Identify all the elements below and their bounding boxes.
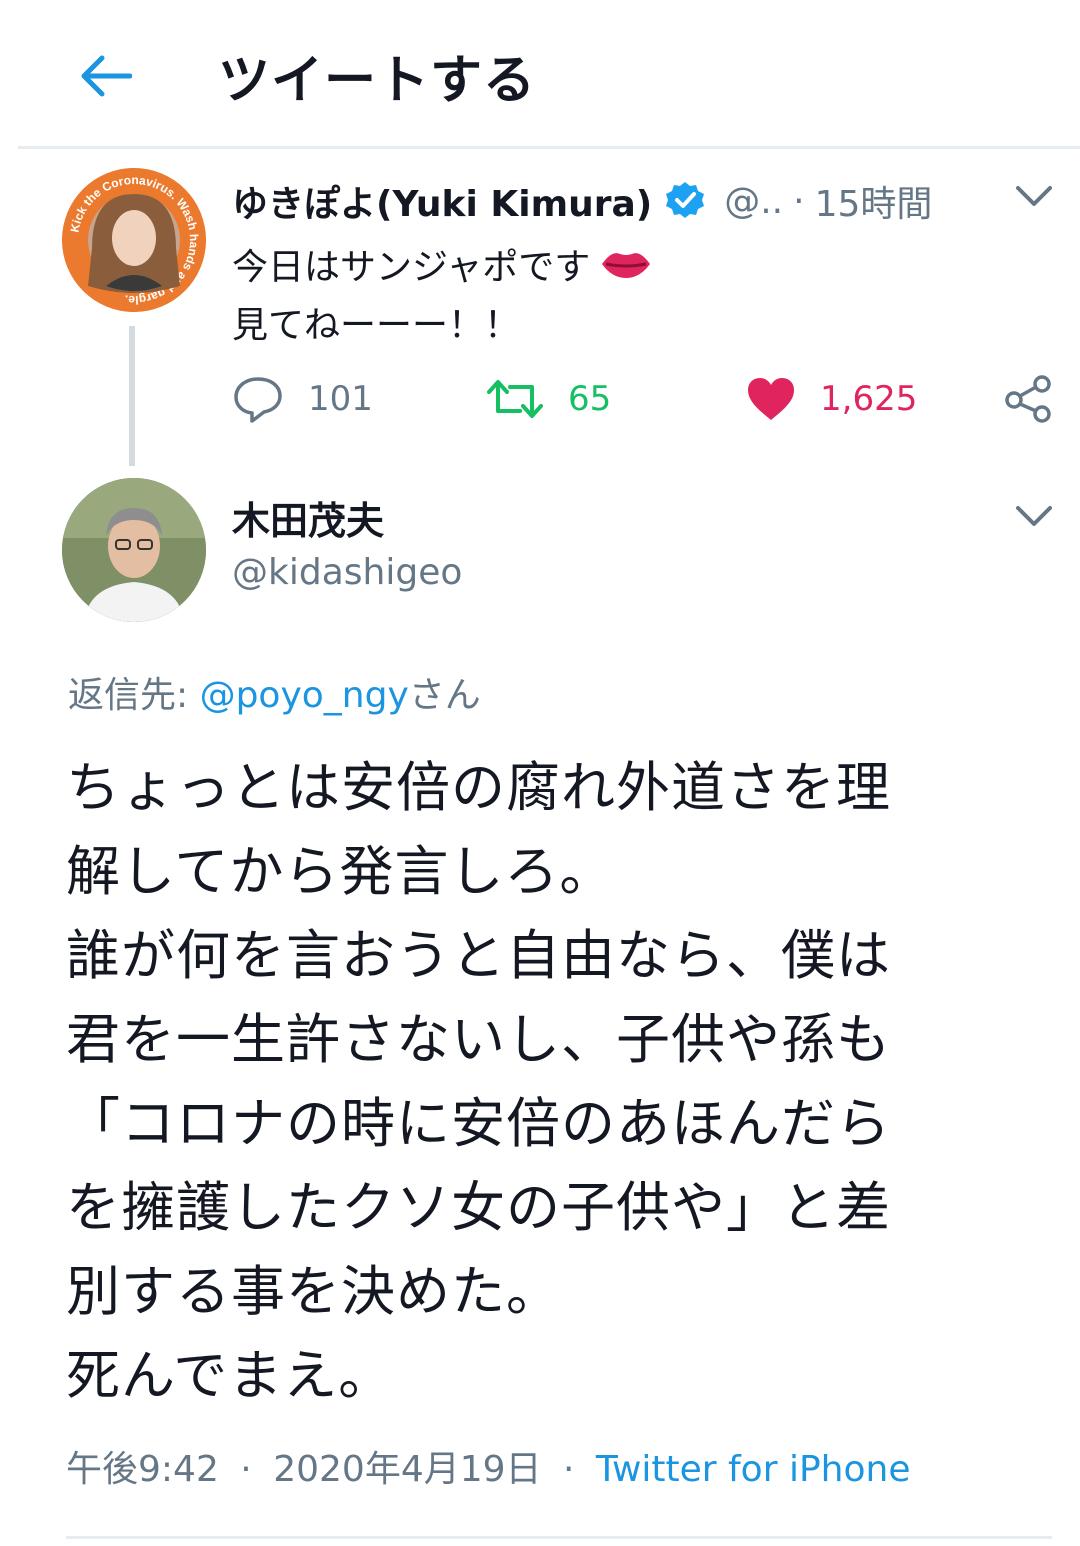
reply-to-line: 返信先: @poyo_ngyさん: [68, 666, 481, 718]
retweet-icon: [487, 380, 543, 418]
reply-icon: [234, 377, 282, 423]
reply-count: 101: [308, 379, 373, 419]
author-handle[interactable]: @..: [724, 181, 783, 222]
chevron-down-icon: [1016, 506, 1052, 526]
heart-icon: [748, 378, 794, 420]
retweet-button[interactable]: 65: [486, 372, 611, 426]
tweet-meta: 午後9:42 · 2020年4月19日 · Twitter for iPhone: [66, 1440, 910, 1492]
tweet-text-line: 死んでまえ。: [66, 1344, 394, 1407]
retweet-count: 65: [568, 379, 612, 419]
separator: ·: [240, 1449, 252, 1490]
page-title: ツイートする: [218, 51, 537, 111]
tweet-source-link[interactable]: Twitter for iPhone: [596, 1449, 911, 1490]
thread-line: [129, 326, 135, 466]
like-button[interactable]: 1,625: [746, 372, 917, 426]
tweet-text-line: ちょっとは安倍の腐れ外道さを理: [66, 756, 891, 819]
avatar[interactable]: [62, 478, 206, 622]
tweet-text-line: を擁護したクソ女の子供や」と差: [66, 1176, 891, 1239]
separator: ·: [563, 1449, 575, 1490]
tweet-text-line: 別する事を決めた。: [66, 1260, 561, 1323]
verified-badge-icon: [666, 182, 705, 218]
author-name[interactable]: ゆきぽよ(Yuki Kimura): [232, 175, 652, 227]
avatar[interactable]: Kick the Coronavirus. Wash hands and gar…: [62, 168, 206, 312]
tweet-text-line: 今日はサンジャポです: [232, 238, 654, 290]
bottom-divider: [66, 1536, 1052, 1539]
header-divider: [18, 146, 1080, 149]
back-button[interactable]: [70, 40, 142, 112]
tweet-text-line: 君を一生許さないし、子供や孫も: [66, 1008, 891, 1071]
author-handle[interactable]: @kidashigeo: [232, 552, 462, 593]
like-count: 1,625: [820, 379, 918, 419]
tweet-date: 2020年4月19日: [273, 1449, 542, 1490]
tweet-time: 午後9:42: [66, 1449, 219, 1490]
tweet-text-line: 見てねーーー！！: [232, 305, 521, 346]
chevron-down-icon: [1016, 186, 1052, 206]
reply-to-label: 返信先:: [68, 675, 200, 716]
tweet-text-line: 誰が何を言おうと自由なら、僕は: [66, 924, 891, 987]
share-button[interactable]: [1000, 374, 1056, 424]
tweet-time[interactable]: 15時間: [815, 175, 933, 227]
arrow-left-icon: [81, 55, 132, 97]
separator: ·: [793, 180, 805, 222]
tweet-text-line: 「コロナの時に安倍のあほんだら: [66, 1092, 891, 1155]
author-name[interactable]: 木田茂夫: [232, 490, 384, 545]
tweet-body: ちょっとは安倍の腐れ外道さを理 解してから発言しろ。 誰が何を言おうと自由なら、…: [66, 746, 1026, 1418]
original-tweet-header: ゆきぽよ(Yuki Kimura) @.. · 15時間: [232, 172, 932, 230]
avatar-image: Kick the Coronavirus. Wash hands and gar…: [62, 168, 206, 312]
reply-button[interactable]: 101: [232, 372, 373, 426]
tweet-text-line: 解してから発言しろ。: [66, 840, 615, 903]
avatar-image: [62, 478, 206, 622]
lips-icon: [602, 253, 651, 278]
tweet-menu-button[interactable]: [1010, 496, 1058, 536]
share-icon: [1005, 375, 1051, 423]
reply-to-handle-link[interactable]: @poyo_ngy: [200, 675, 409, 716]
tweet-menu-button[interactable]: [1010, 176, 1058, 216]
reply-to-suffix: さん: [408, 675, 481, 716]
